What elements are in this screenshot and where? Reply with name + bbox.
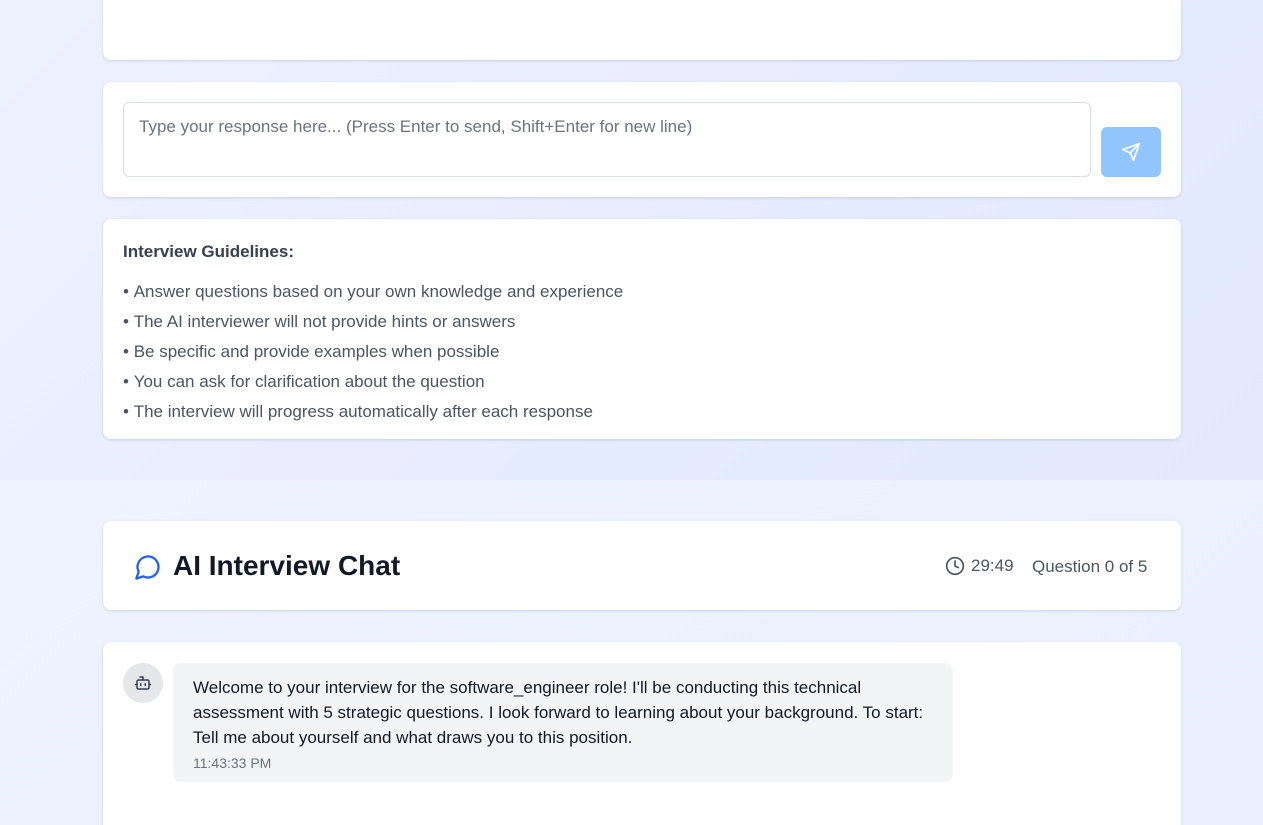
guidelines-title: Interview Guidelines: bbox=[123, 242, 294, 261]
response-input[interactable]: Type your response here... (Press Enter … bbox=[123, 102, 1091, 177]
response-composer: Type your response here... (Press Enter … bbox=[103, 82, 1181, 197]
previous-card bbox=[103, 0, 1181, 60]
guideline-item: You can ask for clarification about the … bbox=[123, 367, 1161, 397]
clock-icon bbox=[945, 556, 965, 576]
chat-messages: Welcome to your interview for the softwa… bbox=[103, 642, 1181, 825]
guideline-item: Answer questions based on your own knowl… bbox=[123, 277, 1161, 307]
chat-header: AI Interview Chat 29:49 Question 0 of 5 bbox=[103, 521, 1181, 610]
timer: 29:49 bbox=[945, 555, 1014, 577]
send-icon bbox=[1121, 142, 1141, 162]
question-progress: Question 0 of 5 bbox=[1032, 557, 1148, 576]
message-text: Welcome to your interview for the softwa… bbox=[193, 678, 924, 747]
chat-bubble-icon bbox=[135, 555, 160, 580]
timer-value: 29:49 bbox=[971, 556, 1014, 575]
message-bubble: Welcome to your interview for the softwa… bbox=[173, 663, 953, 782]
interview-guidelines: Interview Guidelines: Answer questions b… bbox=[103, 219, 1181, 439]
guidelines-list: Answer questions based on your own knowl… bbox=[123, 277, 1161, 427]
message-timestamp: 11:43:33 PM bbox=[193, 755, 272, 771]
top-section: Type your response here... (Press Enter … bbox=[0, 0, 1263, 480]
chat-title: AI Interview Chat bbox=[173, 550, 401, 581]
guideline-item: The AI interviewer will not provide hint… bbox=[123, 307, 1161, 337]
guideline-item: The interview will progress automaticall… bbox=[123, 397, 1161, 427]
bot-avatar bbox=[123, 663, 163, 703]
send-button[interactable] bbox=[1101, 127, 1161, 177]
guideline-item: Be specific and provide examples when po… bbox=[123, 337, 1161, 367]
bot-icon bbox=[134, 676, 152, 690]
